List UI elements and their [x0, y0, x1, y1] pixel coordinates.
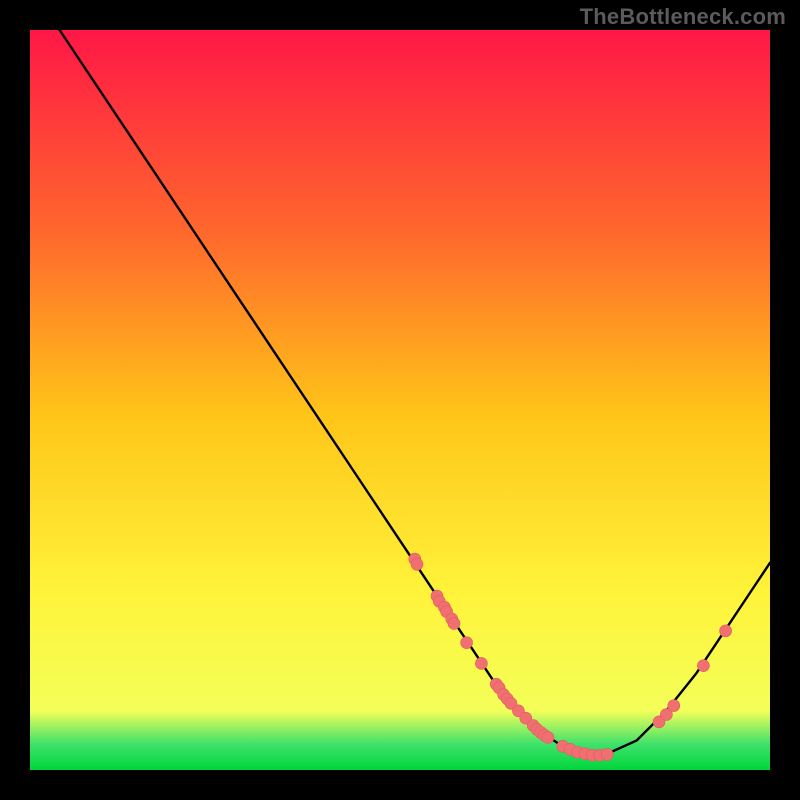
curve-marker	[461, 637, 473, 649]
bottleneck-chart	[30, 30, 770, 770]
watermark-text: TheBottleneck.com	[580, 4, 786, 30]
curve-marker	[411, 558, 423, 570]
curve-marker	[601, 748, 613, 760]
chart-frame: TheBottleneck.com	[0, 0, 800, 800]
plot-area	[30, 30, 770, 770]
curve-marker	[720, 625, 732, 637]
curve-marker	[668, 700, 680, 712]
curve-marker	[542, 731, 554, 743]
curve-marker	[475, 657, 487, 669]
gradient-background	[30, 30, 770, 770]
curve-marker	[697, 660, 709, 672]
curve-marker	[448, 617, 460, 629]
